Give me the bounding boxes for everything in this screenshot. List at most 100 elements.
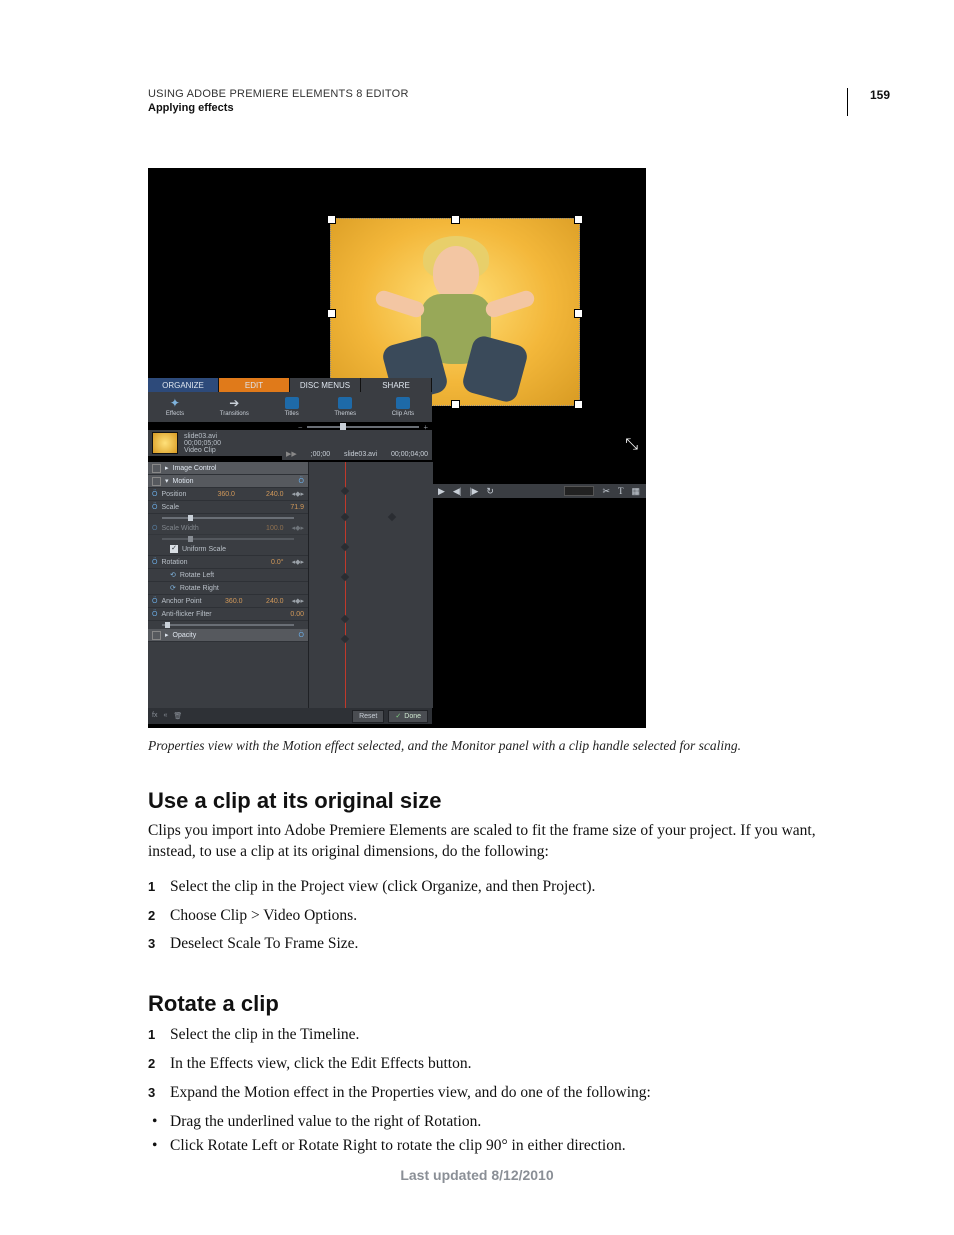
property-scale-width-value: 100.0 [266, 525, 284, 532]
property-position[interactable]: Ӧ Position 360.0 240.0 ◂◆▸ [148, 488, 308, 501]
playhead[interactable] [345, 462, 346, 708]
toolbar-cliparts[interactable]: Clip Arts [392, 397, 414, 417]
timecode-clipname: slide03.avi [344, 451, 377, 458]
stopwatch-icon[interactable]: Ӧ [152, 598, 157, 605]
property-image-control-label: Image Control [173, 465, 217, 472]
rotate-right-label: Rotate Right [180, 585, 219, 592]
trash-icon[interactable]: 🗑 [173, 712, 182, 720]
antiflicker-slider[interactable] [148, 621, 308, 629]
freeze-frame-icon[interactable]: ▦ [631, 486, 640, 497]
steps-list: Select the clip in the Timeline. In the … [148, 1023, 866, 1105]
timecode-display[interactable] [564, 486, 594, 496]
clip-duration: 00;00;05;00 [184, 440, 221, 447]
toolbar-titles-label: Titles [285, 411, 299, 417]
property-position-label: Position [161, 491, 186, 498]
property-rotation-label: Rotation [161, 559, 187, 566]
property-uniform-scale[interactable]: ✓Uniform Scale [148, 543, 308, 556]
handle-bottom-right[interactable] [574, 400, 583, 409]
property-scale[interactable]: ӦScale71.9 [148, 501, 308, 514]
loop-icon[interactable]: ↻ [486, 486, 494, 497]
property-antiflicker-value[interactable]: 0.00 [290, 611, 304, 618]
property-scale-value[interactable]: 71.9 [290, 504, 304, 511]
tab-edit[interactable]: EDIT [219, 378, 290, 392]
toolbar-titles[interactable]: Titles [285, 397, 299, 417]
property-opacity[interactable]: ▸OpacityӦ [148, 629, 308, 642]
property-antiflicker-label: Anti-flicker Filter [161, 611, 211, 618]
clip-image [345, 236, 563, 398]
scale-width-slider [148, 535, 308, 543]
rotate-left-label: Rotate Left [180, 572, 214, 579]
properties-footer: fx « 🗑 Reset Done [148, 708, 432, 724]
handle-mid-right[interactable] [574, 309, 583, 318]
property-antiflicker[interactable]: Ӧ Anti-flicker Filter 0.00 [148, 608, 308, 621]
checkbox-icon[interactable]: ✓ [170, 545, 178, 553]
tab-organize[interactable]: ORGANIZE [148, 378, 219, 392]
list-item: Deselect Scale To Frame Size. [148, 932, 866, 957]
keyframe-marker[interactable] [341, 543, 349, 551]
handle-top-right[interactable] [574, 215, 583, 224]
toolbar-themes[interactable]: Themes [334, 397, 356, 417]
property-anchor-point[interactable]: ӦAnchor Point360.0240.0◂◆▸ [148, 595, 308, 608]
handle-top-left[interactable] [327, 215, 336, 224]
text-tool-icon[interactable]: T [618, 486, 624, 496]
toggle-icon[interactable] [152, 464, 161, 473]
keyframe-marker[interactable] [341, 487, 349, 495]
keyframe-marker[interactable] [341, 615, 349, 623]
step-forward-icon[interactable]: |▶ [470, 486, 479, 497]
header-divider [847, 88, 848, 116]
stopwatch-icon[interactable]: Ӧ [152, 504, 157, 511]
running-head: USING ADOBE PREMIERE ELEMENTS 8 EDITOR [148, 88, 866, 100]
play-icon[interactable]: ▶ [438, 486, 445, 497]
reset-button[interactable]: Reset [352, 710, 384, 723]
stopwatch-icon[interactable]: Ӧ [152, 491, 157, 498]
keyframe-track[interactable] [308, 462, 433, 708]
keyframe-nav-icon[interactable]: ◂◆▸ [292, 490, 304, 498]
keyframe-nav-icon[interactable]: ◂◆▸ [292, 597, 304, 605]
stopwatch-icon[interactable]: Ӧ [152, 559, 157, 566]
scissors-icon[interactable]: ✂ [602, 486, 610, 497]
keyframe-marker[interactable] [341, 573, 349, 581]
property-anchor-y[interactable]: 240.0 [266, 598, 284, 605]
property-position-x[interactable]: 360.0 [217, 491, 235, 498]
property-scale-width[interactable]: ӦScale Width100.0◂◆▸ [148, 522, 308, 535]
zoom-slider[interactable] [307, 426, 420, 428]
done-button[interactable]: Done [388, 710, 428, 723]
property-motion[interactable]: ▾MotionӦ [148, 475, 308, 488]
handle-top-mid[interactable] [451, 215, 460, 224]
toolbar-effects[interactable]: ✦Effects [166, 397, 184, 417]
scale-slider[interactable] [148, 514, 308, 522]
keyframe-marker[interactable] [341, 513, 349, 521]
property-image-control[interactable]: ▸Image Control [148, 462, 308, 475]
rotate-right-button[interactable]: ⟳ Rotate Right [148, 582, 308, 595]
tab-disc-menus[interactable]: DISC MENUS [290, 378, 361, 392]
effects-toggle-icon[interactable]: fx [152, 712, 157, 720]
list-item: Choose Clip > Video Options. [148, 904, 866, 929]
tab-share[interactable]: SHARE [361, 378, 432, 392]
property-anchor-x[interactable]: 360.0 [225, 598, 243, 605]
edit-toolbar: ✦Effects ➔Transitions Titles Themes Clip… [148, 392, 432, 422]
properties-panel: ▸Image Control ▾MotionӦ Ӧ Position 360.0 24… [148, 462, 308, 708]
rotate-left-button[interactable]: ⟲Rotate Left [148, 569, 308, 582]
handle-mid-left[interactable] [327, 309, 336, 318]
page-footer: Last updated 8/12/2010 [0, 1167, 954, 1183]
property-rotation[interactable]: Ӧ Rotation 0.0° ◂◆▸ [148, 556, 308, 569]
keyframe-nav-icon: ◂◆▸ [292, 524, 304, 532]
keyframe-marker[interactable] [341, 635, 349, 643]
timecode-out: 00;00;04;00 [391, 451, 428, 458]
stopwatch-icon[interactable]: Ӧ [152, 611, 157, 618]
step-back-icon[interactable]: ◀| [453, 486, 462, 497]
toggle-icon[interactable] [152, 477, 161, 486]
toggle-icon[interactable] [152, 631, 161, 640]
rotate-right-icon: ⟳ [170, 584, 176, 592]
page-nav-icon[interactable]: « [163, 712, 167, 720]
titles-icon [285, 397, 299, 409]
keyframe-marker[interactable] [388, 513, 396, 521]
property-rotation-value[interactable]: 0.0° [271, 559, 284, 566]
property-position-y[interactable]: 240.0 [266, 491, 284, 498]
toolbar-transitions[interactable]: ➔Transitions [220, 397, 249, 417]
timecode-in: ;00;00 [311, 451, 330, 458]
keyframe-nav-icon[interactable]: ◂◆▸ [292, 558, 304, 566]
toolbar-cliparts-label: Clip Arts [392, 411, 414, 417]
body-paragraph: Clips you import into Adobe Premiere Ele… [148, 820, 866, 863]
handle-bottom-mid[interactable] [451, 400, 460, 409]
